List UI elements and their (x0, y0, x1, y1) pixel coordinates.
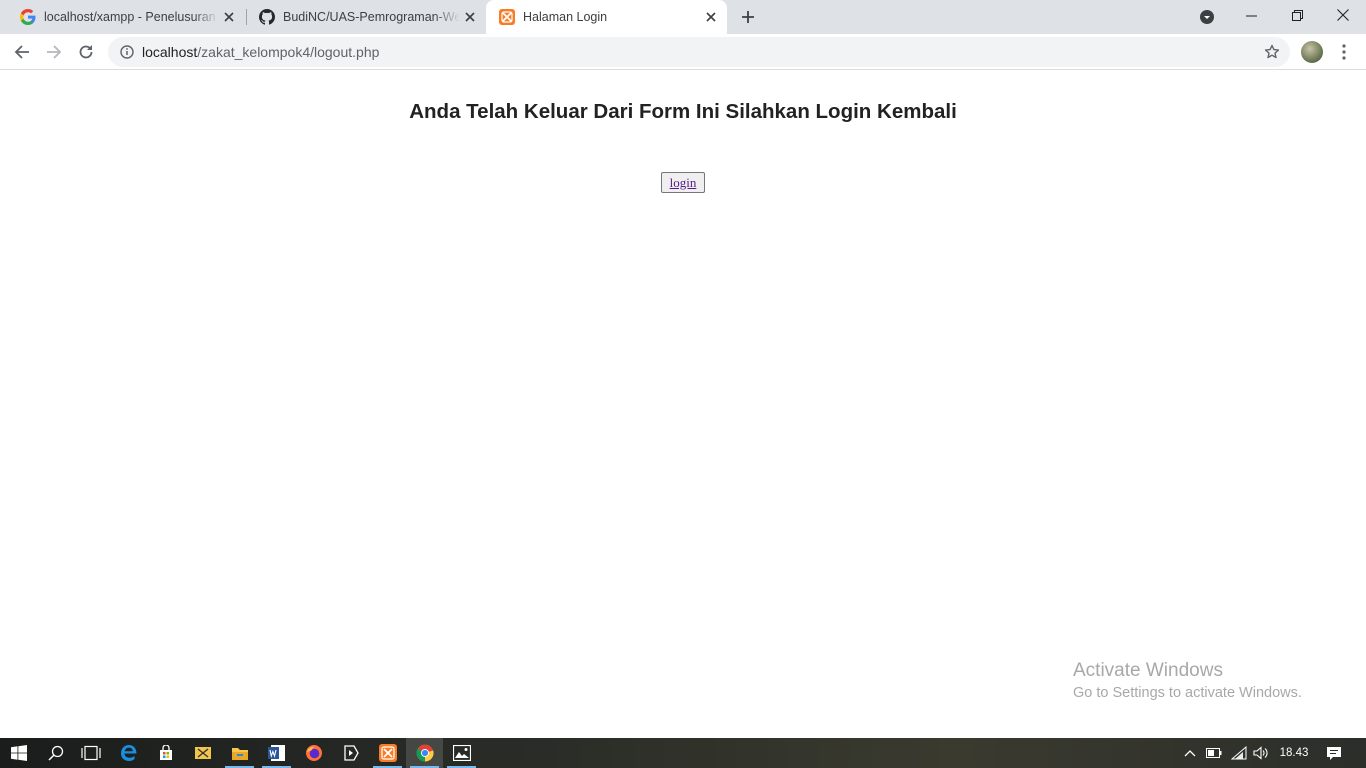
volume-icon[interactable] (1251, 738, 1271, 768)
media-icon (343, 745, 359, 761)
tab-github[interactable]: BudiNC/UAS-Pemrograman-Web (239, 0, 486, 34)
address-bar[interactable]: localhost/zakat_kelompok4/logout.php (108, 37, 1290, 67)
xampp-icon (378, 744, 397, 762)
battery-icon[interactable] (1204, 738, 1224, 768)
taskbar-clock[interactable]: 18.43 (1272, 738, 1316, 768)
photos-icon (452, 745, 471, 761)
snipping-icon (194, 747, 211, 759)
windows-taskbar: 18.43 (0, 738, 1366, 768)
page-content: Anda Telah Keluar Dari Form Ini Silahkan… (0, 71, 1366, 738)
tab-title: BudiNC/UAS-Pemrograman-Web (283, 10, 460, 24)
forward-button[interactable] (40, 38, 68, 66)
info-icon[interactable] (119, 44, 135, 60)
chevron-up-icon (1184, 750, 1196, 757)
close-tab-icon[interactable] (219, 7, 239, 27)
menu-kebab-icon[interactable] (1336, 40, 1352, 64)
file-explorer-icon (231, 748, 248, 760)
snipping-taskbar-button[interactable] (184, 738, 221, 768)
minimize-button[interactable] (1228, 0, 1274, 30)
firefox-icon (305, 745, 322, 761)
bookmark-star-icon[interactable] (1262, 42, 1282, 62)
page-heading: Anda Telah Keluar Dari Form Ini Silahkan… (409, 100, 957, 123)
store-taskbar-button[interactable] (147, 738, 184, 768)
start-icon (10, 745, 27, 761)
tab-title: Halaman Login (523, 10, 608, 24)
edge-icon (120, 745, 136, 761)
tab-strip: localhost/xampp - Penelusuran Google Bud… (0, 0, 1366, 34)
chrome-taskbar-button[interactable] (406, 738, 443, 768)
activate-windows-watermark: Activate Windows Go to Settings to activ… (1073, 660, 1302, 701)
url-host: localhost (142, 44, 198, 60)
media-taskbar-button[interactable] (332, 738, 369, 768)
tab-search-icon[interactable] (1197, 7, 1217, 27)
edge-taskbar-button[interactable] (110, 738, 147, 768)
xampp-icon (499, 9, 515, 25)
back-button[interactable] (8, 38, 36, 66)
restore-button[interactable] (1274, 0, 1320, 30)
close-tab-icon[interactable] (701, 7, 721, 27)
task-view-icon (80, 745, 101, 761)
word-icon (267, 745, 285, 761)
task-view-button[interactable] (72, 738, 109, 768)
chrome-icon (415, 744, 434, 762)
new-tab-button[interactable] (736, 5, 760, 29)
login-button[interactable]: login (661, 172, 705, 193)
watermark-title: Activate Windows (1073, 660, 1223, 681)
github-icon (259, 9, 275, 25)
tab-halaman-login[interactable]: Halaman Login (486, 0, 727, 34)
taskbar-search-button[interactable] (37, 738, 74, 768)
firefox-taskbar-button[interactable] (295, 738, 332, 768)
photos-taskbar-button[interactable] (443, 738, 480, 768)
xampp-taskbar-button[interactable] (369, 738, 406, 768)
close-tab-icon[interactable] (460, 7, 480, 27)
close-window-button[interactable] (1320, 0, 1366, 30)
show-hidden-icons-button[interactable] (1181, 738, 1199, 768)
store-icon (159, 745, 172, 760)
profile-avatar[interactable] (1301, 41, 1323, 63)
watermark-subtitle: Go to Settings to activate Windows. (1073, 685, 1302, 701)
login-link[interactable]: login (670, 175, 697, 191)
url-path: /zakat_kelompok4/logout.php (197, 44, 380, 60)
action-center-button[interactable] (1320, 738, 1348, 768)
url-text: localhost/zakat_kelompok4/logout.php (142, 44, 379, 60)
tab-title: localhost/xampp - Penelusuran Google (44, 10, 219, 24)
file-explorer-taskbar-button[interactable] (221, 738, 258, 768)
wifi-icon[interactable] (1229, 738, 1249, 768)
reload-button[interactable] (72, 38, 100, 66)
google-g-icon (20, 9, 36, 25)
word-taskbar-button[interactable] (258, 738, 295, 768)
tab-google-search[interactable]: localhost/xampp - Penelusuran Google (0, 0, 245, 34)
browser-toolbar: localhost/zakat_kelompok4/logout.php (0, 34, 1366, 70)
start-button[interactable] (0, 738, 37, 768)
search-icon (47, 745, 63, 761)
notification-icon (1327, 746, 1341, 760)
